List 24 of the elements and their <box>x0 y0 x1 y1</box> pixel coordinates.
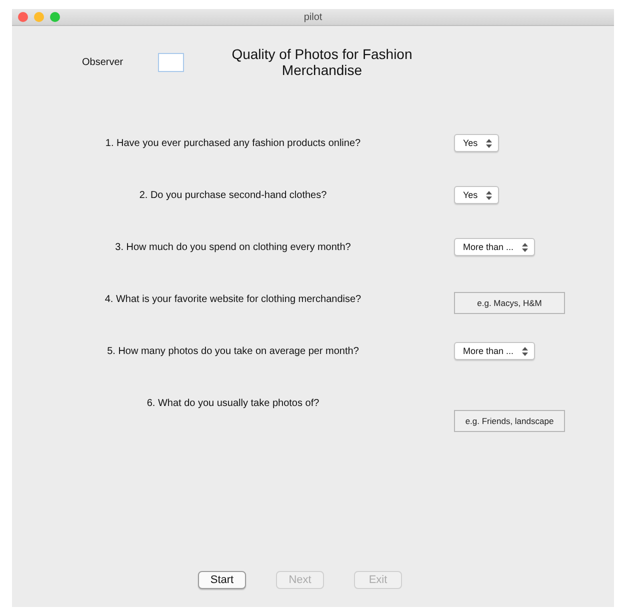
question-text: 2. Do you purchase second-hand clothes? <box>138 190 328 201</box>
dropdown[interactable]: Yes <box>454 134 499 152</box>
question-text: 6. What do you usually take photos of? <box>146 398 320 409</box>
question-text: 4. What is your favorite website for clothing merchandise? <box>104 294 362 305</box>
stepper-arrows-icon <box>486 190 492 200</box>
stepper-arrows-icon <box>522 242 528 252</box>
stepper-arrows-icon <box>486 138 492 148</box>
close-icon[interactable] <box>18 12 28 22</box>
question-text: 5. How many photos do you take on average per month? <box>106 346 360 357</box>
observer-label: Observer <box>82 56 124 68</box>
question-text: 3. How much do you spend on clothing every month? <box>114 242 352 253</box>
text-field[interactable]: e.g. Friends, landscape <box>454 410 565 432</box>
text-field[interactable]: e.g. Macys, H&M <box>454 292 565 314</box>
push-button[interactable]: Start <box>198 571 246 589</box>
heading: Quality of Photos for Fashion Merchandise <box>230 46 414 78</box>
zoom-icon[interactable] <box>50 12 60 22</box>
window-title: pilot <box>304 12 322 22</box>
dropdown[interactable]: More than ... <box>454 238 535 256</box>
question-text: 1. Have you ever purchased any fashion products online? <box>104 138 362 149</box>
stepper-arrows-icon <box>522 346 528 356</box>
dropdown[interactable]: More than ... <box>454 342 535 360</box>
dropdown[interactable]: Yes <box>454 186 499 204</box>
observer-field[interactable] <box>158 52 184 72</box>
minimize-icon[interactable] <box>34 12 44 22</box>
